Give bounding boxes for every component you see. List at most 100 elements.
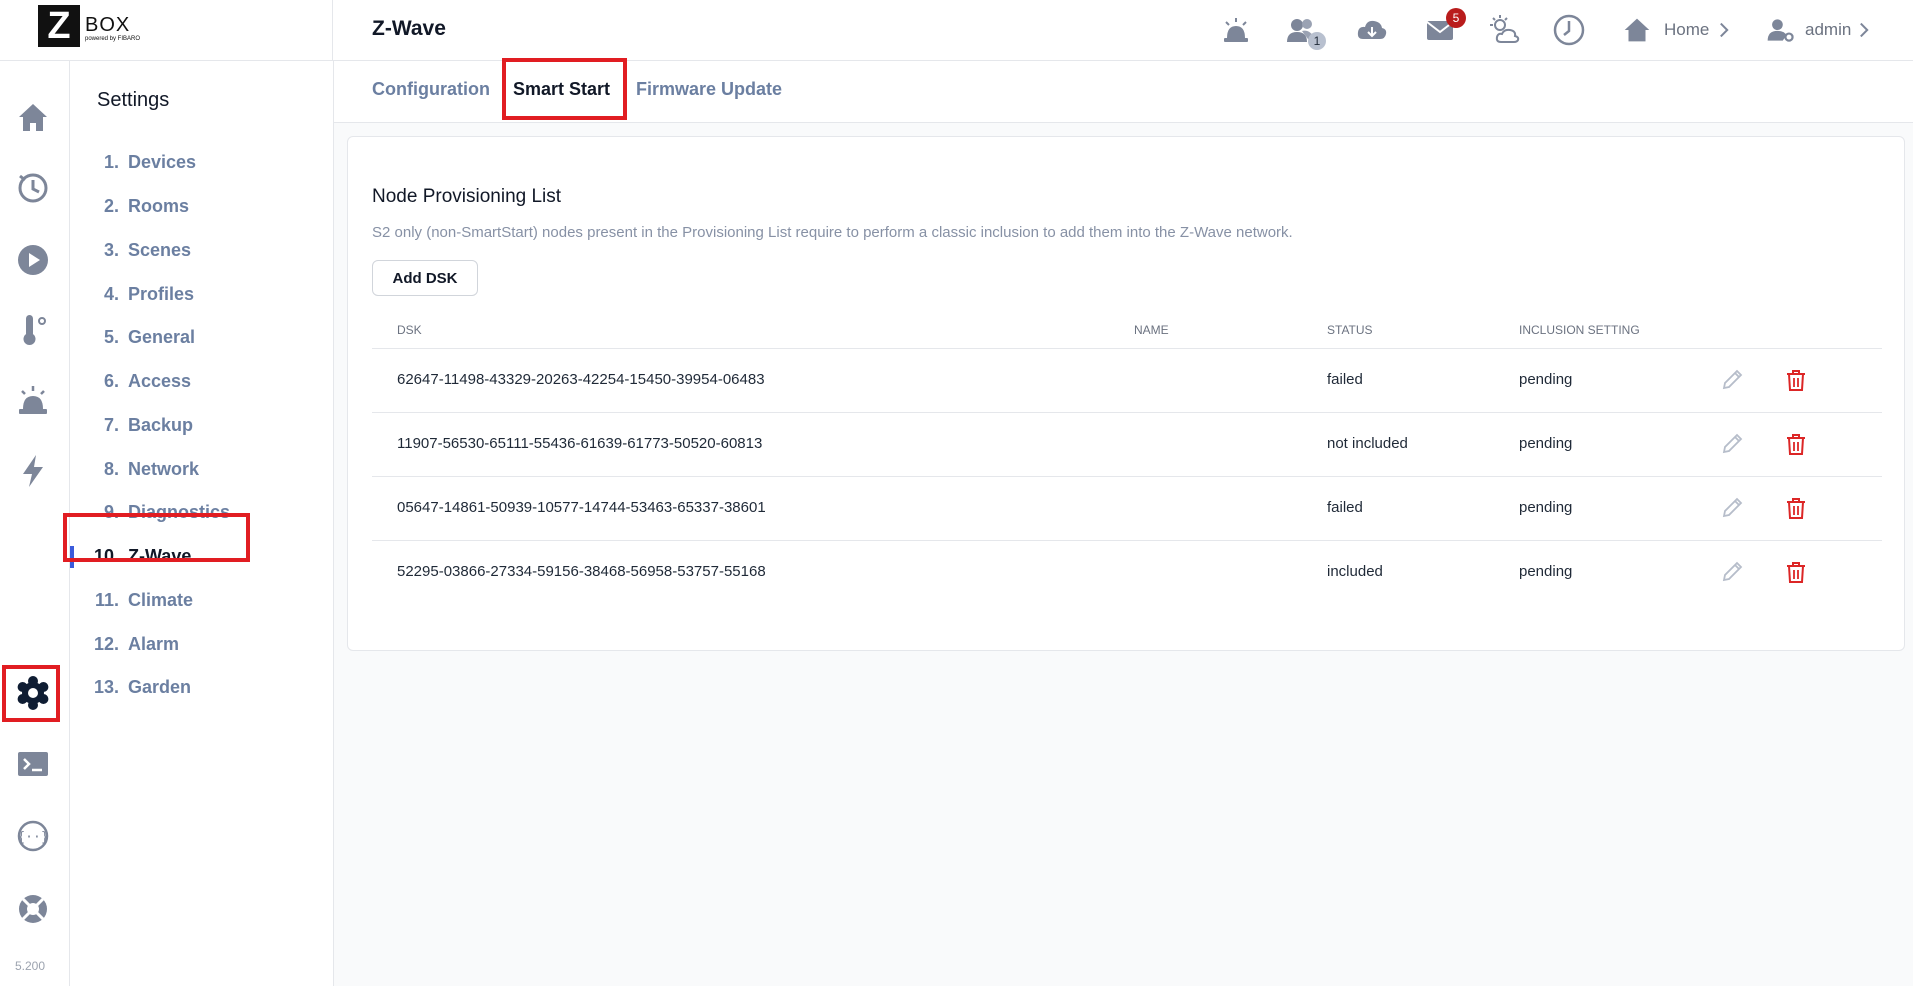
top-bar: Z BOX powered by FIBARO Z-Wave 1 5 Home … bbox=[0, 0, 1913, 61]
menu-item-number: 2. bbox=[103, 195, 119, 216]
menu-item-number: 3. bbox=[103, 239, 119, 260]
user-label: admin bbox=[1805, 20, 1852, 39]
user-settings-icon bbox=[1767, 19, 1794, 42]
edit-pencil-icon[interactable] bbox=[1718, 366, 1746, 394]
provisioning-card: Node Provisioning List S2 only (non-Smar… bbox=[347, 136, 1905, 651]
icon-rail: {··} 5.200 bbox=[0, 61, 70, 986]
messages-badge: 5 bbox=[1446, 8, 1466, 28]
alarm-icon[interactable] bbox=[1218, 12, 1254, 48]
inclusion-cell: pending bbox=[1519, 563, 1573, 580]
dsk-cell: 62647-11498-43329-20263-42254-15450-3995… bbox=[397, 371, 765, 388]
section-title: Node Provisioning List bbox=[372, 186, 562, 207]
main-content: Configuration Smart Start Firmware Updat… bbox=[334, 58, 1913, 986]
delete-trash-icon[interactable] bbox=[1782, 494, 1810, 522]
user-menu[interactable]: admin bbox=[1765, 12, 1869, 48]
menu-item-access[interactable]: 6. Access bbox=[70, 363, 334, 399]
menu-item-number: 7. bbox=[103, 414, 119, 435]
menu-item-label: Scenes bbox=[128, 239, 192, 260]
smart-start-highlight bbox=[502, 58, 627, 120]
menu-item-label: Rooms bbox=[128, 195, 190, 216]
menu-item-profiles[interactable]: 4. Profiles bbox=[70, 276, 334, 312]
home-icon[interactable] bbox=[14, 98, 52, 136]
version-label: 5.200 bbox=[15, 959, 46, 973]
tab-configuration[interactable]: Configuration bbox=[372, 79, 490, 100]
menu-item-devices[interactable]: 1. Devices bbox=[70, 144, 334, 180]
menu-item-number: 8. bbox=[103, 458, 119, 479]
menu-item-label: Backup bbox=[128, 414, 194, 435]
weather-icon[interactable] bbox=[1487, 12, 1523, 48]
users-badge: 1 bbox=[1308, 32, 1326, 50]
tab-firmware-update[interactable]: Firmware Update bbox=[636, 79, 782, 100]
users-icon[interactable]: 1 bbox=[1284, 12, 1326, 50]
menu-item-label: Alarm bbox=[128, 633, 180, 654]
menu-item-number: 5. bbox=[103, 326, 119, 347]
edit-pencil-icon[interactable] bbox=[1718, 430, 1746, 458]
delete-trash-icon[interactable] bbox=[1782, 430, 1810, 458]
status-cell: failed bbox=[1327, 371, 1363, 388]
alarm-icon[interactable] bbox=[14, 381, 52, 419]
section-description: S2 only (non-SmartStart) nodes present i… bbox=[372, 224, 1293, 241]
menu-item-backup[interactable]: 7. Backup bbox=[70, 407, 334, 443]
menu-item-number: 13. bbox=[93, 676, 119, 697]
column-header-inclusion-setting: INCLUSION SETTING bbox=[1519, 323, 1640, 337]
home-icon bbox=[1624, 18, 1650, 42]
column-header-name: NAME bbox=[1134, 323, 1169, 337]
menu-item-general[interactable]: 5. General bbox=[70, 319, 334, 355]
menu-item-label: Network bbox=[128, 458, 200, 479]
dsk-cell: 52295-03866-27334-59156-38468-56958-5375… bbox=[397, 563, 766, 580]
logo-sub: powered by FIBARO bbox=[85, 36, 141, 42]
delete-trash-icon[interactable] bbox=[1782, 366, 1810, 394]
page-title: Z-Wave bbox=[372, 17, 446, 40]
menu-item-label: Profiles bbox=[128, 283, 195, 304]
menu-item-label: General bbox=[128, 326, 196, 347]
menu-item-number: 4. bbox=[103, 283, 119, 304]
inclusion-cell: pending bbox=[1519, 435, 1573, 452]
status-cell: not included bbox=[1327, 435, 1408, 452]
dsk-cell: 05647-14861-50939-10577-14744-53463-6533… bbox=[397, 499, 766, 516]
settings-highlight bbox=[2, 665, 60, 722]
menu-item-number: 6. bbox=[103, 370, 119, 391]
settings-menu: Settings 1. Devices 2. Rooms 3. Scenes 4. Pr… bbox=[63, 61, 334, 986]
table-row: 11907-56530-65111-55436-61639-61773-5052… bbox=[372, 413, 1882, 476]
mail-icon[interactable]: 5 bbox=[1422, 8, 1466, 48]
energy-icon[interactable] bbox=[14, 452, 52, 490]
brand: Z BOX powered by FIBARO bbox=[0, 0, 333, 61]
terminal-icon[interactable] bbox=[14, 745, 52, 783]
add-dsk-button[interactable]: Add DSK bbox=[372, 260, 478, 296]
chevron-right-icon bbox=[1860, 22, 1869, 38]
chevron-right-icon bbox=[1720, 22, 1729, 38]
menu-item-number: 1. bbox=[103, 151, 119, 172]
play-scenes-icon[interactable] bbox=[14, 241, 52, 279]
inclusion-cell: pending bbox=[1519, 499, 1573, 516]
logo[interactable]: Z bbox=[38, 5, 80, 47]
edit-pencil-icon[interactable] bbox=[1718, 558, 1746, 586]
menu-item-garden[interactable]: 13. Garden bbox=[70, 669, 334, 705]
status-cell: failed bbox=[1327, 499, 1363, 516]
dsk-cell: 11907-56530-65111-55436-61639-61773-5052… bbox=[397, 435, 763, 452]
menu-item-network[interactable]: 8. Network bbox=[70, 451, 334, 487]
menu-item-rooms[interactable]: 2. Rooms bbox=[70, 188, 334, 224]
clock-icon[interactable] bbox=[1551, 12, 1587, 48]
delete-trash-icon[interactable] bbox=[1782, 558, 1810, 586]
cloud-download-icon[interactable] bbox=[1354, 12, 1390, 48]
table-row: 52295-03866-27334-59156-38468-56958-5375… bbox=[372, 541, 1882, 604]
menu-item-label: Devices bbox=[128, 151, 197, 172]
menu-item-climate[interactable]: 11. Climate bbox=[70, 582, 334, 618]
settings-title: Settings bbox=[97, 89, 170, 111]
thermometer-icon[interactable] bbox=[14, 311, 52, 349]
edit-pencil-icon[interactable] bbox=[1718, 494, 1746, 522]
menu-item-number: 12. bbox=[93, 633, 119, 654]
api-icon[interactable]: {··} bbox=[14, 817, 52, 855]
history-icon[interactable] bbox=[14, 168, 52, 206]
column-header-dsk: DSK bbox=[397, 323, 422, 337]
z-wave-highlight bbox=[63, 513, 250, 562]
home-label: Home bbox=[1664, 20, 1710, 39]
menu-item-label: Access bbox=[128, 370, 192, 391]
menu-item-alarm[interactable]: 12. Alarm bbox=[70, 626, 334, 662]
inclusion-cell: pending bbox=[1519, 371, 1573, 388]
svg-text:{··}: {··} bbox=[17, 830, 48, 845]
support-icon[interactable] bbox=[14, 890, 52, 928]
home-selector[interactable]: Home bbox=[1620, 12, 1729, 48]
menu-item-number: 11. bbox=[94, 589, 119, 610]
menu-item-scenes[interactable]: 3. Scenes bbox=[70, 232, 334, 268]
